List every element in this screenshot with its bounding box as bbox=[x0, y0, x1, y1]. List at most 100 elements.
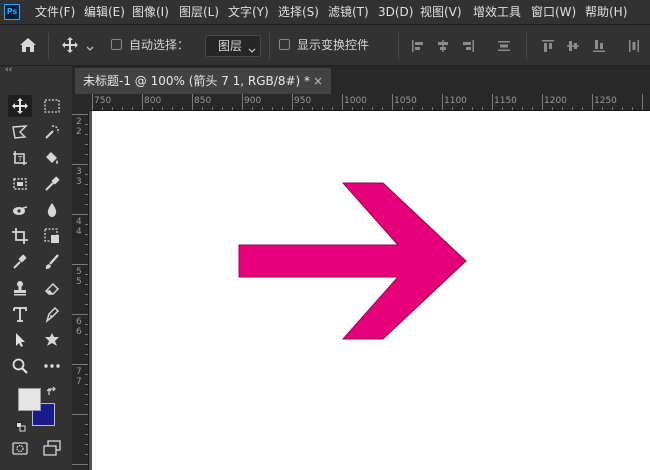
screen-mode-button[interactable] bbox=[40, 437, 64, 459]
ruler-label: 6 bbox=[76, 317, 82, 327]
menu-view[interactable]: 视图(V) bbox=[420, 4, 462, 20]
photoshop-logo-icon[interactable]: Ps bbox=[4, 4, 20, 20]
ruler-label: 2 bbox=[76, 127, 82, 137]
frame-tool-button[interactable] bbox=[8, 173, 32, 195]
close-icon[interactable]: × bbox=[313, 73, 323, 89]
object-selection-tool-button[interactable] bbox=[40, 121, 64, 143]
stamp-tool-button[interactable] bbox=[8, 277, 32, 299]
default-colors-icon[interactable] bbox=[16, 417, 26, 436]
ruler-label: 4 bbox=[76, 227, 82, 237]
auto-select-target-dropdown[interactable]: 图层 bbox=[205, 35, 261, 57]
svg-text:T: T bbox=[17, 155, 23, 163]
menu-help[interactable]: 帮助(H) bbox=[585, 4, 627, 20]
document-tab-title: 未标题-1 @ 100% (箭头 7 1, RGB/8#) * bbox=[83, 74, 311, 88]
menu-file[interactable]: 文件(F) bbox=[35, 4, 75, 20]
custom-shape-icon bbox=[45, 333, 59, 346]
rectangular-marquee-icon bbox=[44, 99, 60, 113]
zoom-tool-button[interactable] bbox=[8, 355, 32, 377]
direct-selection-arrow-icon bbox=[16, 333, 25, 347]
menu-filter[interactable]: 滤镜(T) bbox=[328, 4, 369, 20]
ruler-label: 800 bbox=[144, 96, 162, 106]
eyedropper-tool-button[interactable] bbox=[40, 173, 64, 195]
ruler-corner[interactable] bbox=[72, 94, 89, 111]
align-right-edges-icon[interactable] bbox=[460, 38, 476, 58]
ruler-label: 1250 bbox=[594, 96, 617, 106]
ruler-label: 5 bbox=[76, 277, 82, 287]
document-canvas[interactable] bbox=[92, 111, 650, 470]
paint-bucket-tool-button[interactable] bbox=[40, 147, 64, 169]
tools-panel: T bbox=[0, 77, 72, 470]
crop-tool-button[interactable]: T bbox=[8, 147, 32, 169]
auto-select-target-value: 图层 bbox=[218, 39, 243, 53]
menu-plugins[interactable]: 增效工具 bbox=[473, 4, 521, 20]
clone-stamp-icon bbox=[14, 281, 26, 296]
show-transform-label: 显示变换控件 bbox=[297, 38, 370, 52]
ruler-label: 1100 bbox=[444, 96, 467, 106]
collapse-panel-icon[interactable]: ‹‹ bbox=[5, 64, 12, 76]
tool-preset-dropdown-icon[interactable] bbox=[85, 39, 95, 58]
swap-colors-icon[interactable] bbox=[46, 383, 58, 402]
menu-image[interactable]: 图像(I) bbox=[132, 4, 169, 20]
move-tool-button[interactable] bbox=[8, 95, 32, 117]
menu-bar: Ps 文件(F) 编辑(E) 图像(I) 图层(L) 文字(Y) 选择(S) 滤… bbox=[0, 0, 650, 24]
options-divider bbox=[269, 33, 270, 59]
ruler-label: 3 bbox=[76, 167, 82, 177]
marquee-tool-button[interactable] bbox=[40, 95, 64, 117]
arrow-shape[interactable] bbox=[92, 111, 650, 470]
blur-tool-button[interactable] bbox=[40, 199, 64, 221]
distribute-vertical-icon[interactable] bbox=[496, 38, 512, 58]
menu-window[interactable]: 窗口(W) bbox=[531, 4, 576, 20]
align-vertical-centers-icon[interactable] bbox=[565, 38, 581, 58]
quick-mask-mode-button[interactable] bbox=[8, 437, 32, 459]
crop-icon bbox=[12, 228, 28, 244]
frame-tool-icon: T bbox=[13, 151, 27, 165]
healing-tool-button[interactable] bbox=[8, 251, 32, 273]
show-transform-checkbox[interactable] bbox=[279, 39, 290, 50]
options-bar: 自动选择： 图层 显示变换控件 bbox=[0, 24, 650, 66]
ruler-label: 4 bbox=[76, 217, 82, 227]
more-tools-button[interactable] bbox=[40, 355, 64, 377]
horizontal-ruler[interactable]: 750 800 850 900 950 1000 1050 1100 1150 … bbox=[89, 94, 650, 111]
align-bottom-edges-icon[interactable] bbox=[591, 38, 607, 58]
ruler-label: 850 bbox=[194, 96, 212, 106]
auto-select-label: 自动选择： bbox=[129, 38, 190, 52]
vertical-ruler[interactable]: 2 2 3 3 4 4 5 5 6 6 7 7 bbox=[72, 111, 89, 470]
type-icon bbox=[13, 307, 27, 322]
lasso-tool-button[interactable] bbox=[8, 121, 32, 143]
pen-tool-button[interactable] bbox=[40, 303, 64, 325]
options-divider bbox=[48, 33, 49, 59]
eye-tool-button[interactable] bbox=[8, 199, 32, 221]
menu-3d[interactable]: 3D(D) bbox=[378, 4, 413, 20]
path-selection-tool-button[interactable] bbox=[8, 329, 32, 351]
toolbar-collapse-strip[interactable]: ‹‹ bbox=[0, 64, 72, 77]
align-horizontal-centers-icon[interactable] bbox=[435, 38, 451, 58]
ruler-label: 5 bbox=[76, 267, 82, 277]
eraser-icon bbox=[44, 282, 60, 295]
ruler-label: 1000 bbox=[344, 96, 367, 106]
object-selection-icon bbox=[45, 125, 59, 139]
type-tool-button[interactable] bbox=[8, 303, 32, 325]
distribute-horizontal-icon[interactable] bbox=[626, 38, 642, 58]
chevron-down-icon bbox=[247, 41, 257, 60]
ruler-label: 750 bbox=[94, 96, 112, 106]
align-top-edges-icon[interactable] bbox=[540, 38, 556, 58]
custom-shape-tool-button[interactable] bbox=[40, 329, 64, 351]
eraser-tool-button[interactable] bbox=[40, 277, 64, 299]
menu-edit[interactable]: 编辑(E) bbox=[84, 4, 125, 20]
menu-select[interactable]: 选择(S) bbox=[278, 4, 319, 20]
crop-icon-button[interactable] bbox=[8, 225, 32, 247]
document-tab[interactable]: 未标题-1 @ 100% (箭头 7 1, RGB/8#) * × bbox=[75, 68, 331, 94]
frame-selection-icon bbox=[44, 228, 59, 243]
foreground-color-swatch[interactable] bbox=[18, 388, 41, 411]
align-left-edges-icon[interactable] bbox=[410, 38, 426, 58]
ruler-label: 900 bbox=[244, 96, 262, 106]
menu-layer[interactable]: 图层(L) bbox=[179, 4, 219, 20]
home-icon[interactable] bbox=[19, 37, 37, 57]
options-divider bbox=[398, 33, 399, 59]
brush-tool-button[interactable] bbox=[40, 251, 64, 273]
ruler-label: 6 bbox=[76, 327, 82, 337]
move-tool-icon[interactable] bbox=[61, 36, 79, 58]
menu-type[interactable]: 文字(Y) bbox=[228, 4, 269, 20]
auto-select-checkbox[interactable] bbox=[111, 39, 122, 50]
quick-mask-tool-button[interactable] bbox=[40, 225, 64, 247]
